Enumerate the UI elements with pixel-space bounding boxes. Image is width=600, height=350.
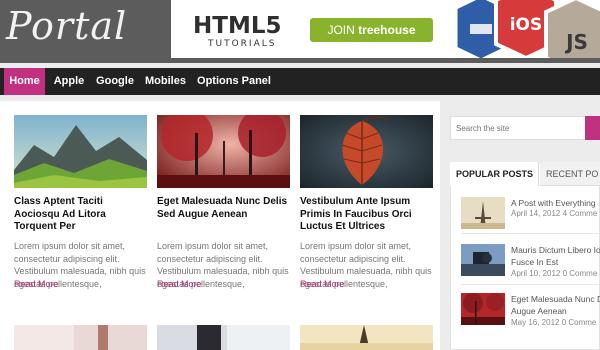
popular-post-title-line: Fusce In Est bbox=[511, 257, 559, 267]
join-treehouse-button[interactable]: JOIN treehouse bbox=[310, 18, 433, 42]
read-more-link[interactable]: Read More bbox=[300, 279, 345, 289]
search-button[interactable] bbox=[585, 116, 600, 140]
popular-post-title-line: Eget Malesuada Nunc D bbox=[511, 294, 600, 304]
post-card: Class Aptent Taciti Aociosqu Ad Litora T… bbox=[14, 115, 147, 290]
read-more-link[interactable]: Read More bbox=[14, 279, 59, 289]
nav-item-apple[interactable]: Apple bbox=[49, 68, 89, 95]
popular-post-item[interactable]: Eget Malesuada Nunc D Augue Aenean May 1… bbox=[461, 293, 600, 333]
nav-item-google[interactable]: Google bbox=[93, 68, 137, 95]
divider bbox=[461, 284, 600, 285]
ad-button-brand: treehouse bbox=[358, 23, 416, 37]
divider bbox=[461, 233, 600, 234]
post-thumbnail-partial[interactable] bbox=[157, 325, 290, 350]
read-more-link[interactable]: Read More bbox=[157, 279, 202, 289]
post-thumbnail-mountain[interactable] bbox=[14, 115, 147, 188]
post-card: Vestibulum Ante Ipsum Primis In Faucibus… bbox=[300, 115, 433, 290]
popular-post-title-line: Augue Aenean bbox=[511, 306, 567, 316]
popular-post-item[interactable]: Mauris Dictum Libero Io Fusce In Est Apr… bbox=[461, 244, 600, 284]
js-badge-text: JS bbox=[564, 30, 588, 54]
ad-title: HTML5 bbox=[193, 13, 282, 39]
tech-badges-illustration: iOS JS bbox=[454, 0, 600, 58]
tab-recent-posts[interactable]: RECENT PO bbox=[540, 162, 600, 186]
ios-badge-text: iOS bbox=[510, 15, 543, 35]
popular-post-meta: May 16, 2012 0 Comme bbox=[511, 318, 597, 327]
post-title[interactable]: Vestibulum Ante Ipsum Primis In Faucibus… bbox=[300, 196, 433, 234]
popular-post-title[interactable]: Mauris Dictum Libero Io Fusce In Est bbox=[511, 244, 600, 268]
nav-item-options-panel[interactable]: Options Panel » bbox=[194, 68, 274, 114]
nav-item-mobiles[interactable]: Mobiles bbox=[141, 68, 190, 95]
popular-post-title[interactable]: Eget Malesuada Nunc D Augue Aenean bbox=[511, 293, 600, 317]
site-logo[interactable]: Portal bbox=[6, 4, 127, 48]
main-content: Class Aptent Taciti Aociosqu Ad Litora T… bbox=[0, 101, 440, 350]
nav-item-home[interactable]: Home bbox=[4, 68, 45, 95]
ad-banner[interactable]: HTML5 TUTORIALS JOIN treehouse iOS JS bbox=[171, 0, 600, 58]
post-thumbnail-leaf[interactable] bbox=[300, 115, 433, 188]
site-header: Portal HTML5 TUTORIALS JOIN treehouse iO… bbox=[0, 0, 600, 63]
popular-post-thumbnail[interactable] bbox=[461, 197, 505, 229]
ad-button-prefix: JOIN bbox=[327, 23, 355, 37]
popular-post-thumbnail[interactable] bbox=[461, 293, 505, 325]
ad-subtitle: TUTORIALS bbox=[208, 39, 277, 49]
post-card: Eget Malesuada Nunc Delis Sed Augue Aene… bbox=[157, 115, 290, 290]
post-title[interactable]: Class Aptent Taciti Aociosqu Ad Litora T… bbox=[14, 196, 147, 234]
popular-post-meta: April 10, 2012 0 Comme bbox=[511, 269, 598, 278]
search-input[interactable] bbox=[450, 116, 586, 140]
popular-post-title-line: Mauris Dictum Libero Io bbox=[511, 245, 600, 255]
popular-post-meta: April 14, 2012 4 Comme bbox=[511, 209, 598, 218]
main-navigation: Home Apple Google Mobiles Options Panel … bbox=[0, 68, 600, 114]
post-thumbnail-forest[interactable] bbox=[157, 115, 290, 188]
post-title[interactable]: Eget Malesuada Nunc Delis Sed Augue Aene… bbox=[157, 196, 290, 234]
post-thumbnail-partial[interactable] bbox=[300, 325, 433, 350]
widget-tabs: POPULAR POSTS RECENT PO bbox=[450, 162, 600, 186]
post-thumbnail-partial[interactable] bbox=[14, 325, 147, 350]
popular-post-title[interactable]: A Post with Everything bbox=[511, 197, 600, 209]
popular-post-item[interactable]: A Post with Everything April 14, 2012 4 … bbox=[461, 197, 600, 237]
tab-popular-posts[interactable]: POPULAR POSTS bbox=[450, 162, 539, 186]
popular-post-thumbnail[interactable] bbox=[461, 244, 505, 276]
